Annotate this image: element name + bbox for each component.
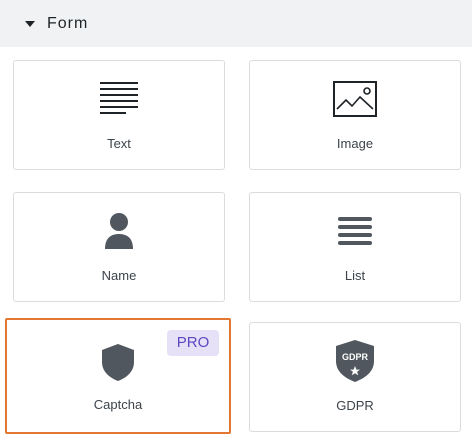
field-label: Image xyxy=(336,136,374,151)
caret-down-icon xyxy=(25,21,35,27)
field-label: Text xyxy=(107,136,131,151)
field-card-name[interactable]: Name xyxy=(13,192,225,302)
field-label: List xyxy=(344,268,366,283)
field-label: Name xyxy=(101,268,137,283)
text-lines-icon xyxy=(97,77,141,121)
person-icon xyxy=(97,209,141,253)
pro-badge: PRO xyxy=(167,330,219,356)
field-card-list[interactable]: List xyxy=(249,192,461,302)
gdpr-icon-text: GDPR xyxy=(342,352,369,362)
section-header-form[interactable]: Form xyxy=(0,0,472,47)
field-label: Captcha xyxy=(93,397,143,412)
section-title: Form xyxy=(47,15,89,32)
field-label: GDPR xyxy=(336,398,374,413)
list-icon xyxy=(333,209,377,253)
field-card-captcha[interactable]: PRO Captcha xyxy=(5,318,231,434)
field-card-text[interactable]: Text xyxy=(13,60,225,170)
gdpr-shield-icon: GDPR xyxy=(333,339,377,383)
field-card-image[interactable]: Image xyxy=(249,60,461,170)
shield-icon xyxy=(96,340,140,384)
field-card-gdpr[interactable]: GDPR GDPR xyxy=(249,322,461,432)
image-icon xyxy=(333,77,377,121)
